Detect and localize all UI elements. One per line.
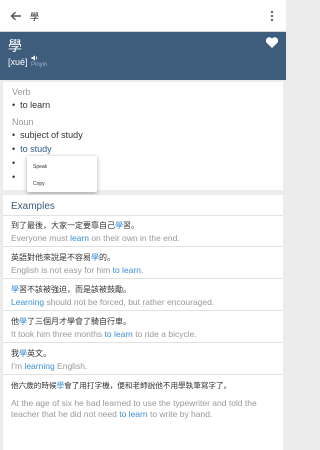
- sense-item-obscured[interactable]: •: [12, 158, 20, 168]
- context-menu: Speak Copy: [27, 156, 97, 192]
- example-chinese[interactable]: 到了最後，大家一定要靠自己學習。: [11, 220, 139, 231]
- example-english[interactable]: At the age of six he had learned to use …: [11, 398, 276, 420]
- divider: [3, 278, 283, 279]
- context-menu-speak[interactable]: Speak: [33, 164, 47, 170]
- pos-label-verb: Verb: [12, 87, 31, 97]
- divider: [3, 342, 283, 343]
- example-chinese[interactable]: 我學英文。: [11, 348, 51, 359]
- app-bar: 學: [0, 0, 286, 32]
- example-english[interactable]: Everyone must learn on their own in the …: [11, 233, 180, 243]
- search-query[interactable]: 學: [30, 10, 39, 23]
- example-english[interactable]: I'm learning English.: [11, 361, 87, 371]
- example-chinese[interactable]: 他六歲的時候學會了用打字機，便和老師說他不用學執筆寫字了。: [11, 380, 231, 391]
- example-english[interactable]: It took him three months to learn to rid…: [11, 329, 197, 339]
- divider: [3, 246, 283, 247]
- sense-text: subject of study: [20, 130, 83, 140]
- sense-item-obscured[interactable]: •: [12, 172, 20, 182]
- sense-item[interactable]: • to learn: [12, 100, 50, 110]
- example-chinese[interactable]: 學習不該被強迫，而是該被鼓勵。: [11, 284, 131, 295]
- divider: [3, 374, 283, 375]
- divider: [3, 310, 283, 311]
- examples-title: Examples: [11, 201, 55, 212]
- sense-item[interactable]: • subject of study: [12, 130, 83, 140]
- sense-text: to study: [20, 144, 52, 154]
- example-chinese[interactable]: 英語對他來說是不容易學的。: [11, 252, 115, 263]
- word-header: 學 [xué] Pinyin: [0, 32, 286, 80]
- example-english[interactable]: English is not easy for him to learn.: [11, 265, 143, 275]
- speaker-icon[interactable]: [31, 54, 39, 62]
- favorite-heart-icon[interactable]: [265, 36, 279, 49]
- pronunciation: [xué]: [8, 57, 28, 67]
- headword: 學: [8, 39, 22, 55]
- example-chinese[interactable]: 他學了三個月才學會了騎自行車。: [11, 316, 131, 327]
- overflow-menu-icon[interactable]: [270, 9, 274, 23]
- pinyin-label: Pinyin: [31, 62, 48, 68]
- divider: [3, 215, 283, 216]
- pos-label-noun: Noun: [12, 117, 34, 127]
- context-menu-copy[interactable]: Copy: [33, 181, 45, 187]
- sense-text: to learn: [20, 100, 51, 110]
- examples-card: Examples 到了最後，大家一定要靠自己學習。 Everyone must …: [3, 195, 283, 450]
- back-arrow-icon[interactable]: [9, 9, 23, 23]
- example-english[interactable]: Learning should not be forced, but rathe…: [11, 297, 214, 307]
- sense-item-selected[interactable]: • to study: [12, 144, 52, 154]
